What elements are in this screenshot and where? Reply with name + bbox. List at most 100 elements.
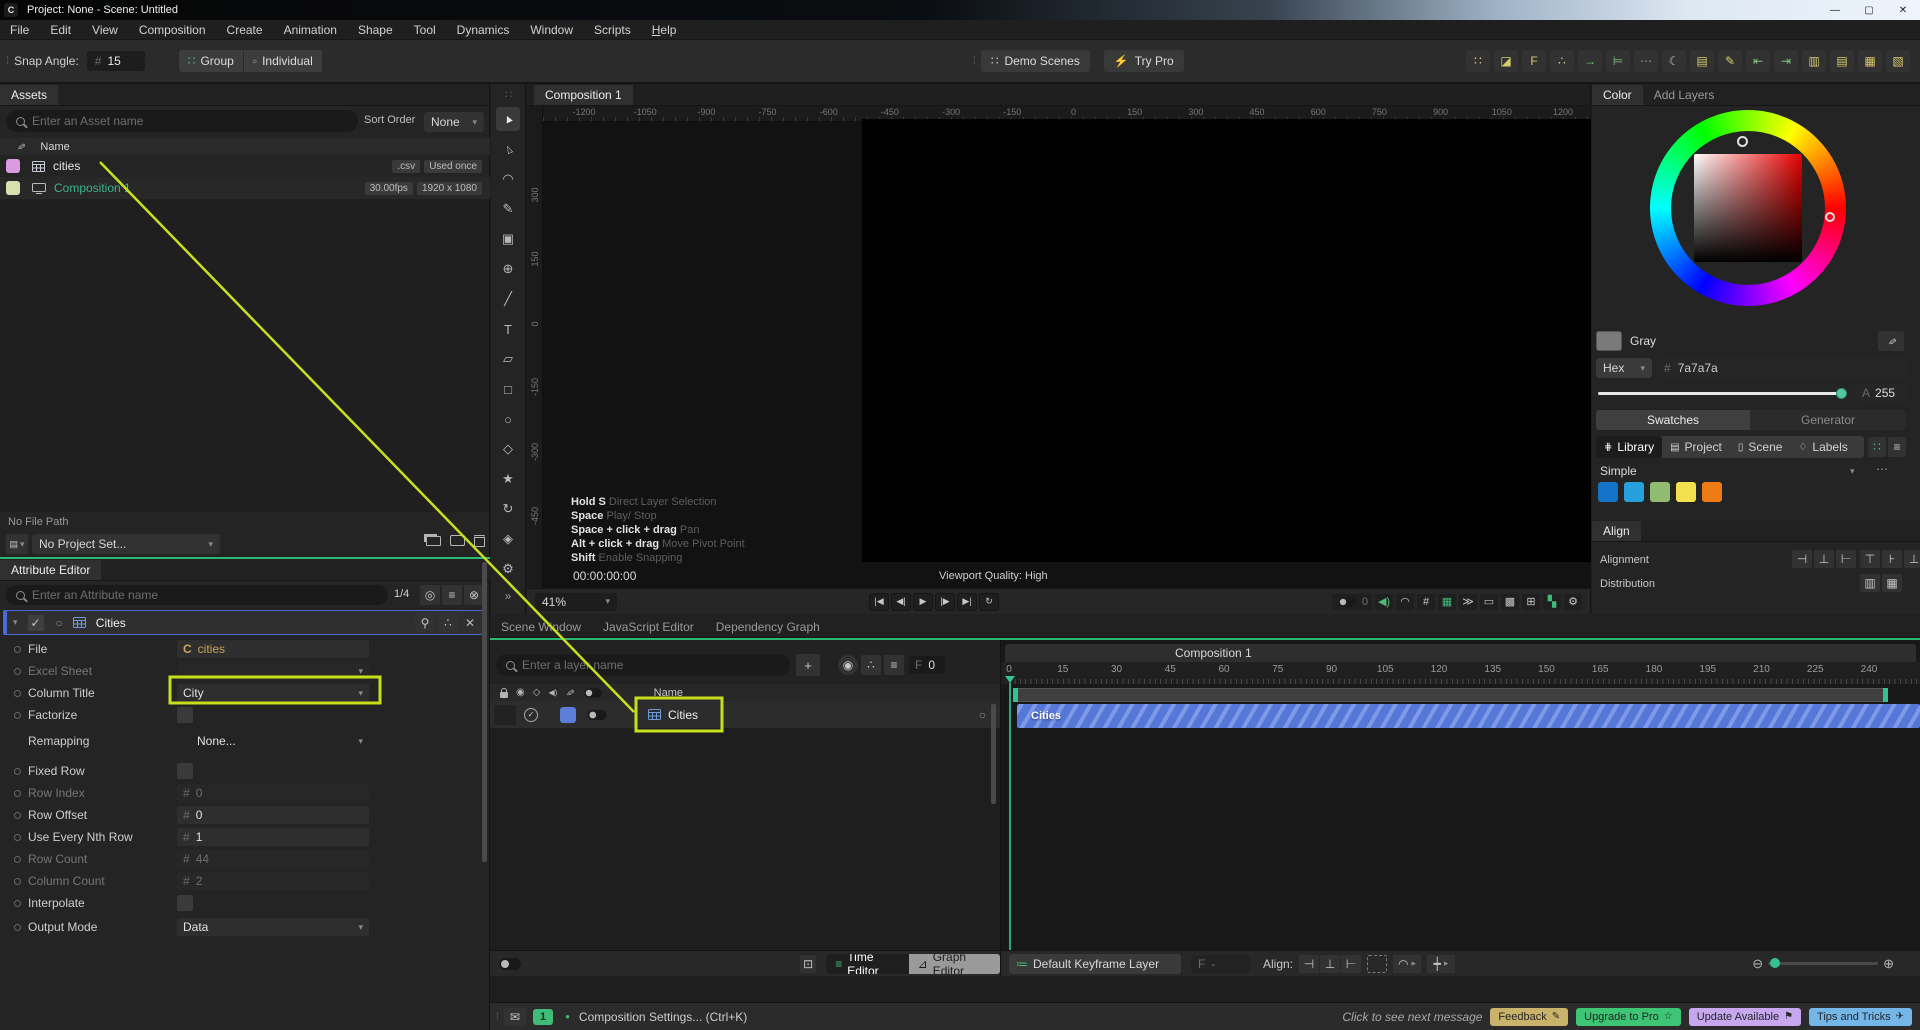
folder-icon[interactable] [426,536,441,546]
menu-item[interactable]: Tool [414,23,436,37]
toolbar-icon-button[interactable]: ◪ [1494,50,1518,72]
tag-toggle-icon[interactable] [584,688,602,698]
graph-editor-button[interactable]: ⊿Graph Editor [909,954,1000,974]
tab-generator[interactable]: Generator [1750,410,1906,430]
frame-filter-field[interactable]: F0 [909,656,945,674]
tool-button[interactable]: ⚙ [496,557,520,581]
toolbar-icon-button[interactable]: ⇥ [1774,50,1798,72]
toolbar-icon-button[interactable]: F [1522,50,1546,72]
attribute-search-input[interactable] [32,588,378,602]
toolbar-icon-button[interactable]: ▤ [1830,50,1854,72]
update-available-button[interactable]: Update Available⚑ [1689,1008,1801,1026]
playhead-marker[interactable] [1005,676,1015,683]
project-select[interactable]: No Project Set...▾ [32,534,220,554]
interpolate-checkbox[interactable] [177,895,193,911]
alpha-slider-handle[interactable] [1836,388,1847,399]
toolbar-icon-button[interactable]: ▤ [1690,50,1714,72]
asset-color-swatch[interactable] [6,181,20,195]
hue-marker[interactable] [1825,212,1835,222]
tab-align[interactable]: Align [1592,521,1641,541]
project-tab[interactable]: ▤Project [1662,440,1730,454]
row-index-field[interactable]: #0 [177,784,369,802]
onion-skin-button[interactable]: ◉ [838,655,858,675]
close-button[interactable]: ✕ [1886,0,1920,20]
saturation-value-square[interactable] [1694,154,1802,262]
toolbar-icon-button[interactable]: ⊨ [1606,50,1630,72]
hex-field[interactable]: #7a7a7a [1656,358,1906,378]
marquee-button[interactable] [1367,955,1387,973]
tool-button[interactable]: ╱ [496,287,520,311]
lock-cell[interactable] [494,705,516,725]
toolbar-icon-button[interactable]: ☾ [1662,50,1686,72]
viewport-option-button[interactable]: # [1417,594,1435,610]
viewport-option-button[interactable]: ◠ [1396,594,1414,610]
output-mode-select[interactable]: Data▾ [177,918,369,936]
close-icon[interactable]: ✕ [461,616,479,630]
alpha-slider-track[interactable] [1598,392,1844,395]
asset-row-composition[interactable]: Composition 1 30.00fps 1920 x 1080 [0,177,490,199]
menu-item[interactable]: Dynamics [457,23,510,37]
color-swatch[interactable] [1598,482,1618,502]
asset-color-swatch[interactable] [6,159,20,173]
zoom-out-icon[interactable]: ⊖ [1752,956,1763,972]
next-message-hint[interactable]: Click to see next message [1342,1010,1482,1024]
timeline-ruler[interactable]: 0153045607590105120135150165180195210225… [1001,662,1920,684]
node-filter-button[interactable]: ∴ [861,655,881,675]
display-filter-button[interactable]: ≡ [884,655,904,675]
snap-angle-field[interactable]: # 15 [87,51,145,71]
tool-button[interactable]: ↻ [496,497,520,521]
overlay-toggle[interactable]: 0 [1332,594,1372,610]
viewport-option-button[interactable]: ◀) [1375,594,1393,610]
tips-tricks-button[interactable]: Tips and Tricks✈ [1809,1008,1912,1026]
menu-item[interactable]: Shape [358,23,393,37]
socket[interactable] [14,834,21,841]
toolbar-icon-button[interactable]: ▥ [1802,50,1826,72]
grid-view-button[interactable]: ∷ [1868,437,1886,457]
chevron-down-icon[interactable]: ▾ [1850,466,1855,477]
keyframe-layer-select[interactable]: ≔Default Keyframe Layer [1009,954,1181,974]
layer-search[interactable] [496,654,790,676]
project-icon-button[interactable]: ▤▾ [6,534,28,554]
menu-item[interactable]: Animation [284,23,337,37]
asset-search-input[interactable] [32,114,348,128]
tool-button[interactable]: ▱ [496,347,520,371]
sv-marker[interactable] [1737,136,1748,147]
alignment-button[interactable]: ⊥ [1904,550,1920,568]
add-attribute-button[interactable]: ≡ [442,585,462,605]
column-title-select[interactable]: City▾ [177,684,369,702]
eyedropper-icon[interactable]: ✎ [14,141,26,151]
layer-color-swatch[interactable] [560,707,576,723]
menu-item[interactable]: Window [530,23,573,37]
sort-order-select[interactable]: None▾ [424,112,484,132]
toolstrip-overflow-button[interactable]: » [505,589,512,603]
eyedropper-button[interactable]: ✎ [1878,331,1904,351]
row-offset-field[interactable]: #0 [177,806,369,824]
transport-button[interactable]: |▶ [935,593,955,611]
excel-sheet-select[interactable]: ▾ [177,662,369,680]
distribution-button[interactable]: ▥ [1860,574,1880,592]
tab-color[interactable]: Color [1592,85,1643,105]
menu-item[interactable]: Scripts [594,23,631,37]
tag-toggle[interactable] [588,709,607,719]
transport-button[interactable]: |◀ [869,593,889,611]
drag-handle-icon[interactable]: ⁞ [973,55,975,67]
alignment-button[interactable]: ⊢ [1836,550,1856,568]
color-swatch[interactable] [1676,482,1696,502]
viewport-option-button[interactable]: ▩ [1501,594,1519,610]
toolbar-icon-button[interactable]: → [1578,50,1602,72]
enabled-checkbox[interactable]: ✓ [28,615,44,631]
menu-item[interactable]: View [92,23,118,37]
work-area-start-handle[interactable] [1013,688,1018,702]
current-color-swatch[interactable] [1596,331,1622,351]
eyedropper-icon[interactable]: ✎ [563,687,575,697]
tab-add-layers[interactable]: Add Layers [1643,85,1726,105]
message-icon[interactable]: ✉ [504,1008,526,1026]
alignment-button[interactable]: ⊤ [1860,550,1880,568]
tool-button[interactable]: ◈ [496,527,520,551]
socket[interactable] [14,900,21,907]
alignment-button[interactable]: ⊣ [1792,550,1812,568]
tool-button[interactable]: □ [496,377,520,401]
work-area-bar[interactable] [1013,688,1888,702]
cube-icon[interactable]: ◇ [533,687,541,698]
color-mode-select[interactable]: Hex▾ [1596,358,1652,378]
